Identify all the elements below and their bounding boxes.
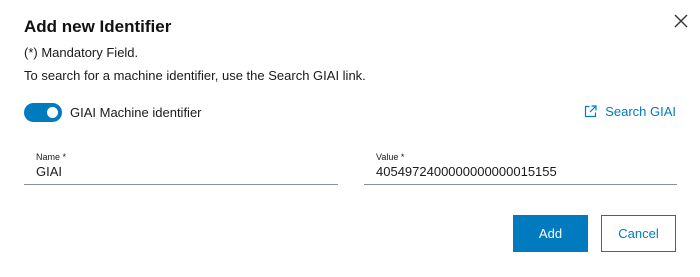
cancel-button[interactable]: Cancel — [601, 215, 676, 252]
toggle-knob — [47, 107, 58, 118]
value-field-label: Value * — [376, 152, 405, 162]
search-hint-text: To search for a machine identifier, use … — [24, 68, 366, 83]
name-field-label: Name * — [36, 152, 67, 162]
toggle-label: GIAI Machine identifier — [70, 105, 202, 120]
name-input[interactable] — [36, 164, 330, 179]
close-icon — [674, 14, 688, 28]
giai-toggle-row: GIAI Machine identifier — [24, 103, 202, 122]
giai-machine-identifier-toggle[interactable] — [24, 103, 62, 122]
dialog-title: Add new Identifier — [24, 17, 172, 36]
external-link-icon — [585, 105, 597, 118]
name-field: Name * — [24, 150, 338, 185]
value-field: Value * — [364, 150, 677, 185]
value-input[interactable] — [376, 164, 669, 179]
mandatory-field-note: (*) Mandatory Field. — [24, 45, 139, 60]
add-button[interactable]: Add — [513, 215, 588, 252]
close-button[interactable] — [672, 12, 690, 30]
search-giai-link[interactable]: Search GIAI — [584, 104, 676, 119]
search-giai-label: Search GIAI — [605, 104, 676, 119]
add-identifier-dialog: Add new Identifier (*) Mandatory Field. … — [0, 0, 700, 277]
